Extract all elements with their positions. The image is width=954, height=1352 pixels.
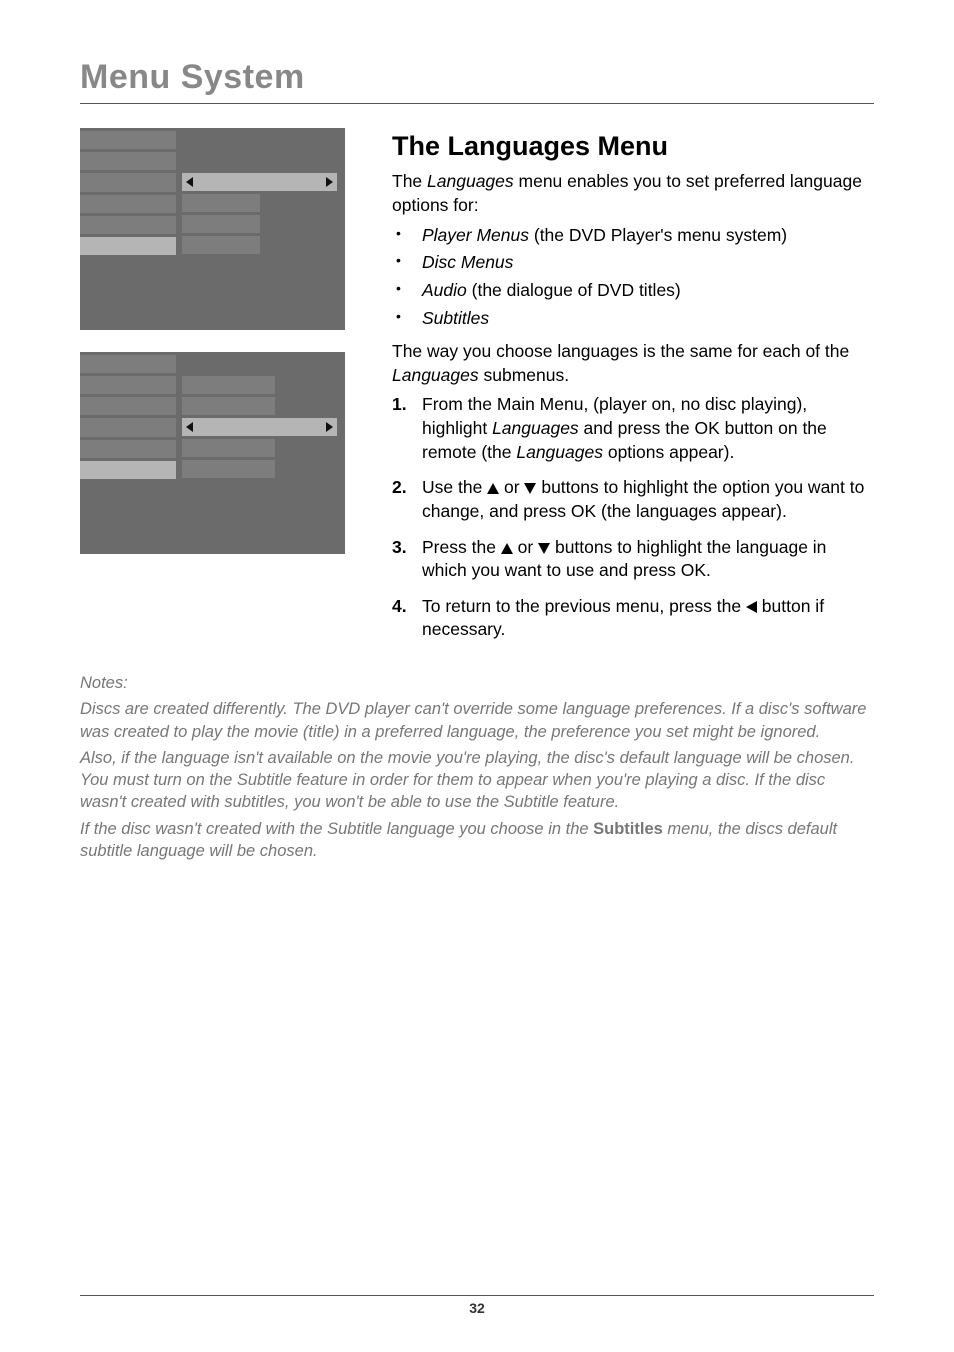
notes-paragraph: Discs are created differently. The DVD p…	[80, 698, 874, 743]
paragraph: The way you choose languages is the same…	[392, 340, 874, 387]
intro-paragraph: The Languages menu enables you to set pr…	[392, 170, 874, 217]
bullet-item: Player Menus (the DVD Player's menu syst…	[392, 224, 874, 248]
steps-list: 1. From the Main Menu, (player on, no di…	[392, 393, 874, 642]
section-heading: The Languages Menu	[392, 128, 874, 164]
bullet-item: Disc Menus	[392, 251, 874, 275]
arrow-up-icon	[487, 483, 499, 494]
chapter-title: Menu System	[80, 58, 874, 97]
triangle-right-icon	[326, 177, 333, 187]
triangle-right-icon	[326, 422, 333, 432]
page-number: 32	[80, 1300, 874, 1316]
notes-block: Notes: Discs are created differently. Th…	[80, 672, 874, 862]
two-column-layout: The Languages Menu The Languages menu en…	[80, 128, 874, 654]
notes-heading: Notes:	[80, 672, 874, 694]
bullet-list: Player Menus (the DVD Player's menu syst…	[392, 224, 874, 331]
step-item: 2. Use the or buttons to highlight the o…	[392, 476, 874, 523]
right-column: The Languages Menu The Languages menu en…	[392, 128, 874, 654]
step-item: 1. From the Main Menu, (player on, no di…	[392, 393, 874, 464]
notes-paragraph: Also, if the language isn't available on…	[80, 747, 874, 814]
bullet-item: Audio (the dialogue of DVD titles)	[392, 279, 874, 303]
left-column	[80, 128, 360, 576]
footer-divider	[80, 1295, 874, 1296]
page: Menu System	[0, 0, 954, 1352]
triangle-left-icon	[186, 422, 193, 432]
arrow-up-icon	[501, 543, 513, 554]
bullet-item: Subtitles	[392, 307, 874, 331]
menu-screenshot-2	[80, 352, 345, 554]
page-footer: 32	[80, 1295, 874, 1316]
arrow-down-icon	[538, 543, 550, 554]
triangle-left-icon	[186, 177, 193, 187]
step-item: 3. Press the or buttons to highlight the…	[392, 536, 874, 583]
menu-screenshot-1	[80, 128, 345, 330]
arrow-left-icon	[746, 601, 757, 613]
step-item: 4. To return to the previous menu, press…	[392, 595, 874, 642]
notes-paragraph: If the disc wasn't created with the Subt…	[80, 818, 874, 863]
arrow-down-icon	[524, 483, 536, 494]
divider	[80, 103, 874, 104]
